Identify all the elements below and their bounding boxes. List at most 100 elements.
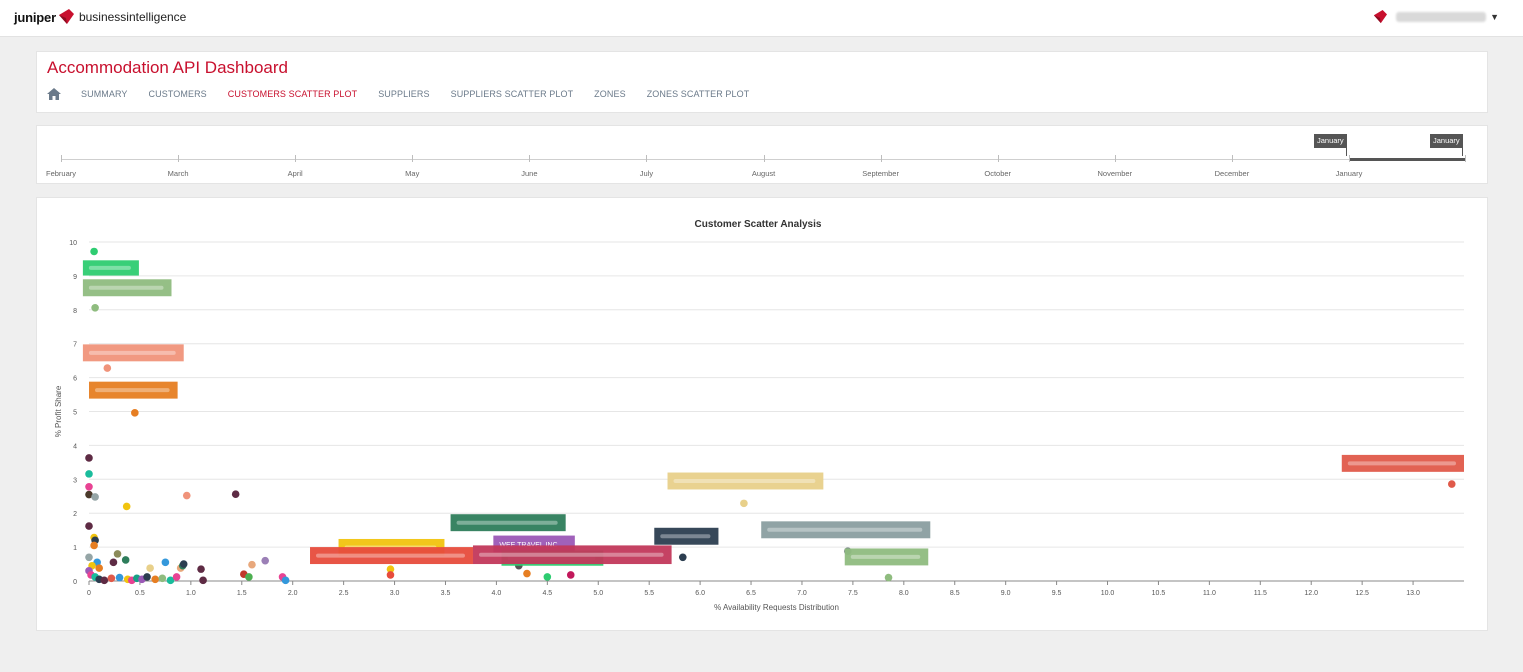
x-tick-label: 0.5: [135, 590, 145, 597]
timeline-month-label: September: [862, 169, 899, 178]
scatter-point[interactable]: [543, 573, 552, 581]
scatter-point[interactable]: [146, 564, 154, 572]
scatter-point[interactable]: [85, 553, 93, 562]
scatter-point[interactable]: [95, 564, 103, 572]
y-tick-label: 6: [73, 376, 77, 383]
scatter-point[interactable]: [107, 574, 116, 583]
scatter-point[interactable]: [90, 247, 98, 256]
y-tick-label: 2: [73, 511, 77, 518]
timeline-month-label: February: [45, 169, 77, 178]
scatter-point[interactable]: [182, 491, 191, 500]
scatter-point[interactable]: [131, 409, 139, 417]
dashboard-header: Accommodation API Dashboard SUMMARY CUSTO…: [36, 51, 1488, 113]
scatter-point[interactable]: [85, 470, 93, 478]
scatter-point[interactable]: [740, 499, 748, 508]
x-tick-label: 4.0: [492, 590, 502, 597]
redacted-customer-name: [1347, 461, 1456, 466]
scatter-point[interactable]: [143, 573, 151, 581]
scatter-point[interactable]: [85, 522, 93, 530]
timeline-tick: [1114, 155, 1116, 162]
y-tick-label: 1: [73, 545, 77, 552]
scatter-point[interactable]: [1447, 480, 1456, 488]
redacted-customer-name: [88, 285, 164, 290]
scatter-point[interactable]: [197, 565, 205, 573]
scatter-point[interactable]: [109, 558, 118, 567]
scatter-point[interactable]: [172, 573, 181, 581]
redacted-customer-name: [456, 520, 558, 525]
tab-suppliers[interactable]: SUPPLIERS: [378, 89, 429, 99]
redacted-customer-name: [767, 527, 923, 532]
scatter-point[interactable]: [281, 576, 290, 585]
x-tick-label: 10.5: [1152, 590, 1166, 597]
scatter-point[interactable]: [85, 454, 93, 462]
x-tick-label: 11.5: [1254, 590, 1267, 597]
x-tick-label: 7.0: [797, 590, 807, 597]
tab-summary[interactable]: SUMMARY: [81, 89, 128, 99]
timeline-month-label: March: [167, 169, 189, 178]
scatter-point[interactable]: [884, 573, 893, 582]
chevron-down-icon[interactable]: ▼: [1490, 12, 1499, 22]
scatter-point[interactable]: [245, 573, 253, 581]
scatter-point[interactable]: [122, 502, 131, 511]
scatter-point[interactable]: [678, 553, 687, 562]
y-tick-label: 3: [73, 477, 77, 484]
x-tick-label: 11.0: [1203, 590, 1216, 597]
user-menu[interactable]: ▼: [1372, 10, 1499, 24]
timeline-tick: [1231, 155, 1233, 162]
brand-name: juniper: [14, 9, 56, 25]
scatter-point[interactable]: [161, 558, 170, 567]
y-axis-label: % Profit Share: [54, 385, 63, 437]
timeline-selection[interactable]: [1349, 158, 1465, 161]
scatter-point[interactable]: [231, 490, 240, 499]
scatter-point[interactable]: [151, 575, 160, 584]
scatter-point[interactable]: [115, 573, 124, 582]
x-tick-label: 5.5: [644, 590, 654, 597]
timeline-tick: [1349, 155, 1350, 162]
timeline-month-label: August: [751, 169, 776, 178]
redacted-customer-name: [88, 265, 131, 270]
x-tick-label: 12.0: [1304, 590, 1318, 597]
scatter-point[interactable]: [91, 493, 99, 501]
redacted-customer-name: [673, 478, 816, 483]
user-avatar-icon: [1373, 10, 1388, 24]
scatter-point[interactable]: [248, 560, 256, 569]
scatter-point[interactable]: [113, 550, 122, 558]
y-tick-label: 9: [73, 274, 77, 281]
timeline-handle-end[interactable]: January: [1430, 134, 1463, 156]
scatter-point[interactable]: [103, 364, 112, 372]
tab-zones[interactable]: ZONES: [594, 89, 626, 99]
scatter-point[interactable]: [90, 541, 98, 550]
y-tick-label: 10: [69, 240, 77, 247]
scatter-point[interactable]: [523, 569, 531, 578]
page-title: Accommodation API Dashboard: [47, 58, 288, 77]
scatter-point[interactable]: [91, 303, 99, 312]
scatter-point[interactable]: [199, 576, 207, 585]
scatter-point[interactable]: [261, 556, 270, 565]
tab-customers[interactable]: CUSTOMERS: [149, 89, 207, 99]
redacted-customer-name: [850, 554, 921, 559]
scatter-point[interactable]: [121, 556, 130, 564]
y-tick-label: 8: [73, 308, 77, 315]
scatter-point[interactable]: [386, 571, 395, 579]
x-tick-label: 1.5: [237, 590, 247, 597]
tab-zones-scatter-plot[interactable]: ZONES SCATTER PLOT: [647, 89, 750, 99]
timeline-tick: [646, 155, 648, 162]
tab-suppliers-scatter-plot[interactable]: SUPPLIERS SCATTER PLOT: [451, 89, 574, 99]
dashboard-tabs: SUMMARY CUSTOMERS CUSTOMERS SCATTER PLOT SU…: [47, 88, 770, 100]
timeline-month-label: July: [639, 169, 654, 178]
x-tick-label: 6.0: [695, 590, 705, 597]
scatter-point[interactable]: [566, 571, 575, 579]
scatter-point[interactable]: [100, 576, 109, 585]
scatter-point[interactable]: [85, 482, 93, 491]
timeline-handle-start[interactable]: January: [1314, 134, 1347, 156]
scatter-point[interactable]: [158, 574, 167, 583]
juniper-mark-icon: [58, 9, 74, 24]
home-icon[interactable]: [47, 88, 61, 100]
redacted-customer-name: [660, 534, 711, 539]
chart-title: Customer Scatter Analysis: [695, 219, 822, 230]
juniper-logo[interactable]: juniper businessintelligence: [14, 6, 186, 28]
date-range-timeline[interactable]: January January February March April May Jun…: [36, 125, 1488, 184]
tab-customers-scatter-plot[interactable]: CUSTOMERS SCATTER PLOT: [228, 89, 357, 99]
scatter-point[interactable]: [179, 560, 188, 568]
x-tick-label: 1.0: [186, 590, 196, 597]
